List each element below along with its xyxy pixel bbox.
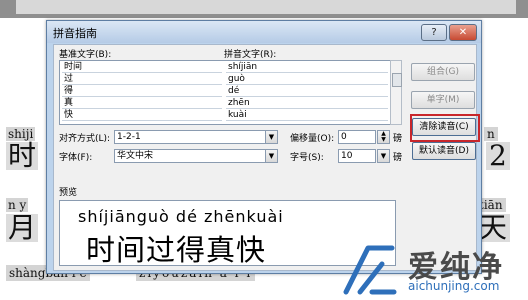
base-text-field[interactable]: 真 — [62, 97, 222, 109]
alignment-select[interactable]: 1-2-1 — [114, 130, 266, 144]
offset-label: 偏移量(O): — [290, 134, 335, 144]
mono-button[interactable]: 单字(M) — [411, 91, 475, 109]
grid-row: 得 dé — [60, 85, 395, 97]
doc-line2-pinyin: n y — [6, 198, 29, 212]
phonetic-guide-dialog: 拼音指南 ? ✕ 基准文字(B): 拼音文字(R): 时间 shíjiān 过 … — [46, 20, 482, 274]
grid-row: 时间 shíjiān — [60, 61, 395, 73]
offset-unit: 磅 — [393, 134, 403, 144]
base-text-field[interactable]: 得 — [62, 85, 222, 97]
brand-url: aichunjing.com — [408, 279, 500, 293]
close-button[interactable]: ✕ — [449, 24, 477, 41]
dialog-title: 拼音指南 — [53, 27, 97, 40]
grid-row: 快 kuài — [60, 109, 395, 121]
ruby-text-field[interactable]: zhēn — [226, 97, 388, 109]
doc-line1-right-char: 2 — [486, 142, 510, 170]
highlight-box — [410, 114, 480, 142]
scrollbar-thumb[interactable] — [392, 73, 402, 87]
ruby-text-field[interactable]: kuài — [226, 109, 388, 121]
base-text-field[interactable]: 快 — [62, 109, 222, 121]
grid-row: 过 guò — [60, 73, 395, 85]
dialog-titlebar[interactable]: 拼音指南 ? ✕ — [47, 21, 481, 43]
chevron-down-icon[interactable]: ▼ — [265, 130, 278, 144]
base-text-label: 基准文字(B): — [59, 50, 112, 60]
grid-scrollbar[interactable] — [390, 60, 402, 125]
size-select[interactable]: 10 — [338, 149, 376, 163]
base-text-field[interactable]: 过 — [62, 73, 222, 85]
doc-line2-char: 月 — [6, 211, 39, 244]
default-reading-button[interactable]: 默认读音(D) — [412, 142, 476, 160]
spinner-icon[interactable]: ▲ ▼ — [377, 130, 390, 144]
preview-label: 预览 — [59, 188, 78, 198]
font-select[interactable]: 华文中宋 — [114, 149, 266, 163]
grid-row: 真 zhēn — [60, 97, 395, 109]
ruby-text-label: 拼音文字(R): — [224, 50, 277, 60]
document-toolbar-strip — [0, 0, 528, 18]
chevron-down-icon[interactable]: ▼ — [265, 149, 278, 163]
ruby-text-field[interactable]: shíjiān — [226, 61, 388, 73]
ruby-text-field[interactable]: dé — [226, 85, 388, 97]
base-text-field[interactable]: 时间 — [62, 61, 222, 73]
size-unit: 磅 — [393, 153, 403, 163]
group-button[interactable]: 组合(G) — [411, 63, 475, 81]
help-button[interactable]: ? — [421, 24, 447, 41]
ruby-text-field[interactable]: guò — [226, 73, 388, 85]
text-grid: 时间 shíjiān 过 guò 得 dé 真 zhēn 快 kuài — [59, 60, 396, 125]
preview-hanzi: 时间过得真快 — [86, 233, 267, 266]
offset-input[interactable]: 0 — [338, 130, 376, 144]
doc-line1-char: 时 — [6, 139, 39, 172]
watermark: 爱纯净 aichunjing.com — [330, 238, 528, 300]
alignment-label: 对齐方式(L): — [59, 134, 111, 144]
brand-logo-icon — [343, 245, 397, 295]
size-label: 字号(S): — [290, 153, 324, 163]
chevron-down-icon[interactable]: ▼ — [377, 149, 390, 163]
preview-pinyin: shíjiānguò dé zhēnkuài — [78, 207, 284, 226]
font-label: 字体(F): — [59, 153, 93, 163]
dialog-body: 基准文字(B): 拼音文字(R): 时间 shíjiān 过 guò 得 dé … — [53, 44, 480, 271]
